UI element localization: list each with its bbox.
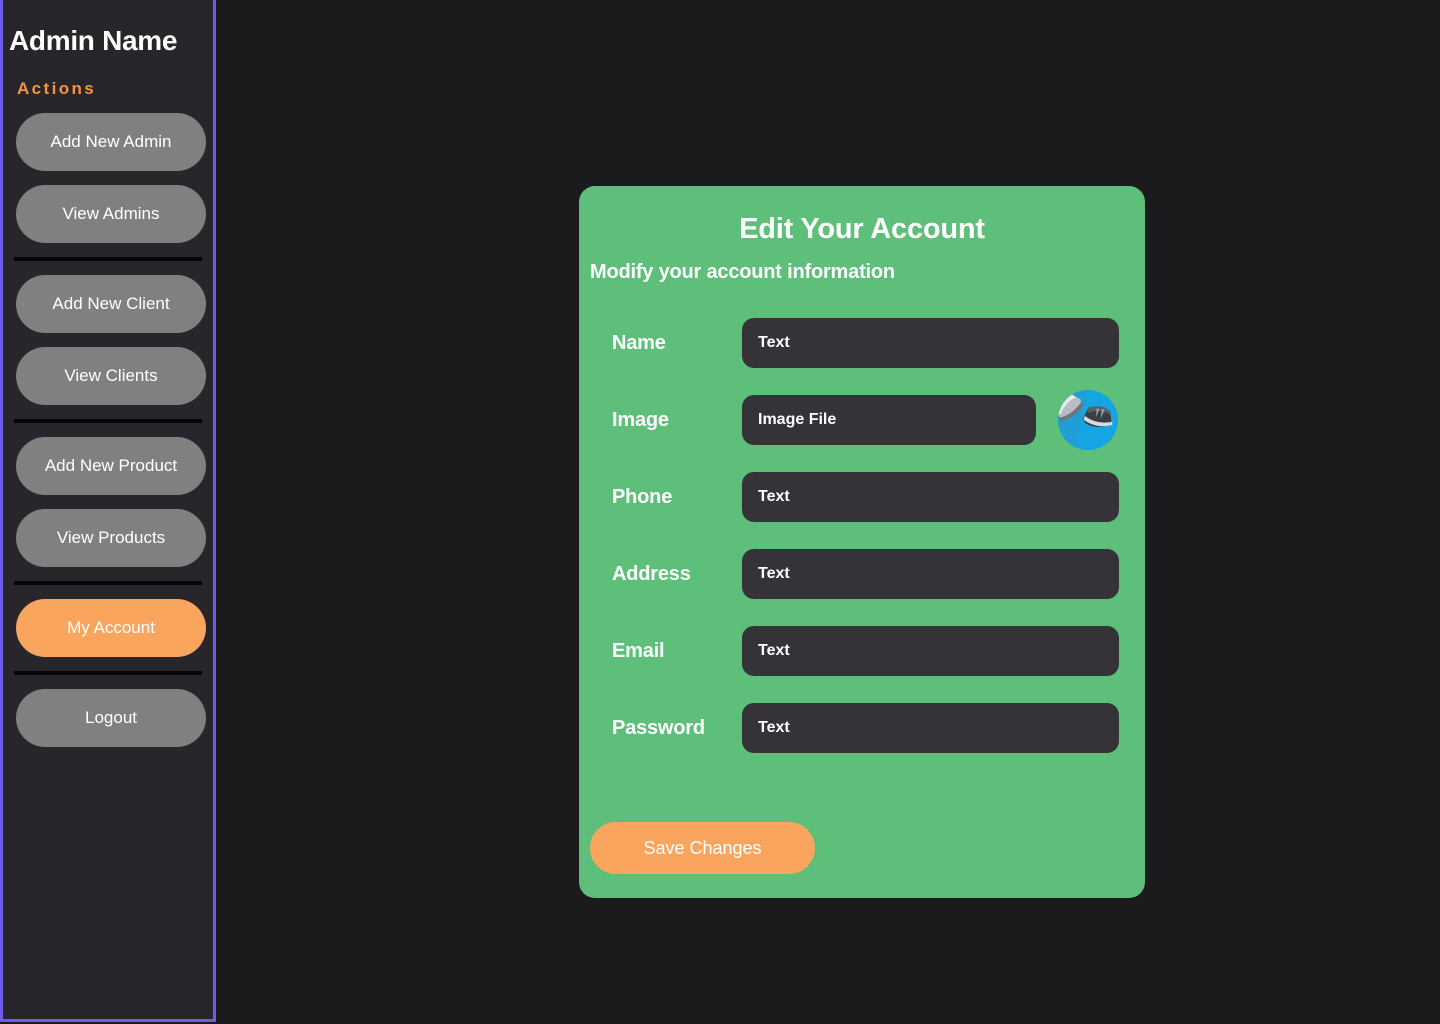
- form-row: Password: [612, 699, 1119, 757]
- label-address: Address: [612, 562, 691, 585]
- label-name: Name: [612, 331, 666, 354]
- sidebar-section-label-actions: Actions: [17, 78, 97, 98]
- sidebar-title: Admin Name: [9, 25, 178, 56]
- sidebar-divider: [14, 256, 202, 261]
- name-input[interactable]: [742, 318, 1119, 368]
- form-row: Image: [612, 390, 1119, 450]
- sidebar-group: Add New Admin View Admins: [3, 112, 213, 243]
- sidebar-item-view-products[interactable]: View Products: [16, 508, 206, 567]
- sidebar-group: Add New Client View Clients: [3, 274, 213, 405]
- account-form: Name Image Phone Address Email Password: [579, 314, 1145, 757]
- save-changes-button[interactable]: Save Changes: [590, 822, 815, 874]
- sidebar-item-view-clients[interactable]: View Clients: [16, 346, 206, 405]
- page-subtitle: Modify your account information: [590, 261, 895, 283]
- sidebar-item-logout[interactable]: Logout: [16, 688, 206, 747]
- sidebar-group: Add New Product View Products: [3, 436, 213, 567]
- sidebar-item-add-new-client[interactable]: Add New Client: [16, 274, 206, 333]
- form-row: Address: [612, 545, 1119, 603]
- form-row: Phone: [612, 468, 1119, 526]
- avatar: [1058, 390, 1118, 450]
- address-input[interactable]: [742, 549, 1119, 599]
- label-image: Image: [612, 408, 669, 431]
- image-input[interactable]: [742, 395, 1036, 445]
- sidebar-group: Logout: [3, 688, 213, 747]
- sidebar: Admin Name Actions Add New Admin View Adm…: [0, 0, 216, 1022]
- sidebar-item-add-new-admin[interactable]: Add New Admin: [16, 112, 206, 171]
- phone-input[interactable]: [742, 472, 1119, 522]
- sidebar-divider: [14, 418, 202, 423]
- sidebar-item-view-admins[interactable]: View Admins: [16, 184, 206, 243]
- form-row: Email: [612, 622, 1119, 680]
- label-email: Email: [612, 639, 665, 662]
- password-input[interactable]: [742, 703, 1119, 753]
- sidebar-item-my-account[interactable]: My Account: [16, 598, 206, 657]
- form-row: Name: [612, 314, 1119, 372]
- label-password: Password: [612, 716, 705, 739]
- email-input[interactable]: [742, 626, 1119, 676]
- sidebar-nav: Add New Admin View Admins Add New Client Vi…: [3, 112, 213, 747]
- sidebar-divider: [14, 670, 202, 675]
- page-title: Edit Your Account: [739, 213, 985, 245]
- sidebar-divider: [14, 580, 202, 585]
- edit-account-card: Edit Your Account Modify your account in…: [579, 186, 1145, 898]
- sidebar-group: My Account: [3, 598, 213, 657]
- sidebar-item-add-new-product[interactable]: Add New Product: [16, 436, 206, 495]
- label-phone: Phone: [612, 485, 673, 508]
